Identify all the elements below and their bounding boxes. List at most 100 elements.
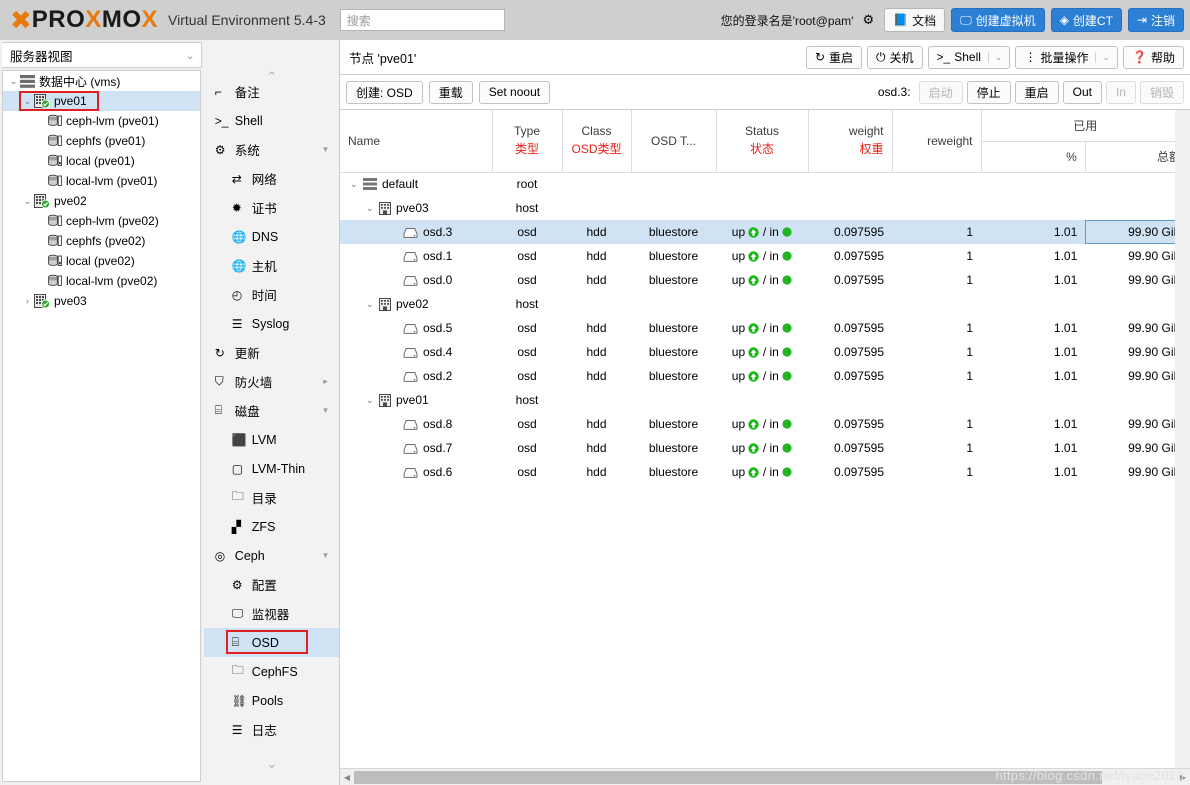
nav-item-lvm[interactable]: ⬛ LVM [204,425,339,454]
nav-item-zfs[interactable]: ▞ ZFS [204,512,339,541]
nav-item-osd[interactable]: ⌸ OSD [203,628,339,657]
tree-item-local-lvm-pve02-[interactable]: local-lvm (pve02) [3,271,200,291]
server-view-header[interactable]: 服务器视图 ⌄ [2,42,202,68]
table-row[interactable]: ⌄ pve02 host [340,292,1190,316]
tree-expander-icon[interactable]: › [21,296,34,306]
chevron-down-icon[interactable]: ⌄ [186,49,195,62]
tree-item-cephfs-pve01-[interactable]: cephfs (pve01) [3,131,200,151]
nav-item-dns[interactable]: 🌐 DNS [204,222,339,251]
osd-action--[interactable]: 停止 [966,80,1011,104]
scroll-right-arrow-icon[interactable]: ▶ [1176,773,1190,782]
gear-icon[interactable]: ⚙ [862,12,874,28]
toolbar-button--osd[interactable]: 创建: OSD [346,80,423,104]
nav-item-pools[interactable]: ⛓ Pools [204,686,339,715]
shutdown-node-button[interactable]: ⏻ 关机 [867,45,923,69]
table-row[interactable]: osd.4 osd hdd bluestore up / in 0.097595 1 1.0… [340,340,1190,364]
bulk-actions-button[interactable]: ⋮ 批量操作 ⌄ [1015,45,1119,69]
table-row[interactable]: osd.3 osd hdd bluestore up / in 0.097595 1 1.0… [340,220,1190,244]
tree-item-pve03[interactable]: › pve03 [3,291,200,311]
nav-item--[interactable]: 🖵 监视器 [204,599,339,628]
nav-item--[interactable]: ⛉ 防火墙 ▸ [204,367,339,396]
tree-item-cephfs-pve02-[interactable]: cephfs (pve02) [3,231,200,251]
column-header-total[interactable]: 总额 [1085,141,1190,173]
column-header-percent[interactable]: % [981,141,1086,173]
tree-expander-icon[interactable]: ⌄ [21,196,34,207]
row-expander-icon[interactable]: ⌄ [366,203,379,214]
osd-action-out[interactable]: Out [1062,80,1102,104]
horizontal-scrollbar[interactable]: ◀ ▶ [340,768,1190,785]
column-header-osd-t-[interactable]: OSD T... [631,110,717,173]
nav-item-cephfs[interactable]: 🗀 CephFS [204,657,339,686]
help-button[interactable]: ❓ 帮助 [1123,45,1184,69]
toolbar-button--[interactable]: 重载 [428,80,473,104]
chevron-down-icon[interactable]: ⌄ [987,51,1008,63]
table-row[interactable]: osd.6 osd hdd bluestore up / in 0.097595 1 1.0… [340,460,1190,484]
column-header-class[interactable]: Class OSD类型 [562,110,632,173]
disk-icon: ⌸ [231,635,239,649]
nav-item--[interactable]: ✹ 证书 [204,193,339,222]
row-expander-icon[interactable]: ⌄ [350,179,363,190]
table-row[interactable]: ⌄ pve03 host [340,196,1190,220]
table-row[interactable]: osd.1 osd hdd bluestore up / in 0.097595 1 1.0… [340,244,1190,268]
table-row[interactable]: osd.0 osd hdd bluestore up / in 0.097595 1 1.0… [340,268,1190,292]
tree-item--vms-[interactable]: ⌄ 数据中心 (vms) [3,71,200,91]
nav-item-ceph[interactable]: ◎ Ceph ▾ [204,541,339,570]
osd-action--[interactable]: 重启 [1014,80,1059,104]
nav-item--[interactable]: ☰ 日志 [204,715,339,744]
create-ct-button[interactable]: ◈ 创建CT [1050,8,1122,32]
chevron-down-icon[interactable]: ⌄ [1095,51,1115,63]
tree-expander-icon[interactable]: ⌄ [7,76,20,87]
search-input[interactable]: 搜索 [339,9,505,31]
docs-button[interactable]: 📘 文档 [884,8,946,32]
chevron-down-icon[interactable]: ▾ [323,550,328,561]
shell-button[interactable]: >_ Shell ⌄ [927,45,1011,69]
chevron-down-icon[interactable]: ⌄ [204,755,339,773]
row-expander-icon[interactable]: ⌄ [366,299,379,310]
tree-item-local-pve02-[interactable]: local (pve02) [3,251,200,271]
tree-item-ceph-lvm-pve01-[interactable]: ceph-lvm (pve01) [3,111,200,131]
nav-item--[interactable]: ⌸ 磁盘 ▾ [204,396,339,425]
nav-item--[interactable]: ↻ 更新 [204,338,339,367]
table-row[interactable]: osd.8 osd hdd bluestore up / in 0.097595 1 1.0… [340,412,1190,436]
scroll-left-arrow-icon[interactable]: ◀ [340,773,354,782]
toolbar-button-set-noout[interactable]: Set noout [478,80,551,104]
nav-item--[interactable]: ⚙ 系统 ▾ [204,135,339,164]
create-vm-button[interactable]: 🖵 创建虚拟机 [951,8,1045,32]
tree-expander-icon[interactable]: ⌄ [21,96,34,107]
column-header-reweight[interactable]: reweight [892,110,982,173]
table-row[interactable]: osd.5 osd hdd bluestore up / in 0.097595 1 1.0… [340,316,1190,340]
table-row[interactable]: ⌄ pve01 host [340,388,1190,412]
tree-item-pve01[interactable]: ⌄ pve01 [3,91,200,111]
tree-item-pve02[interactable]: ⌄ pve02 [3,191,200,211]
tree-item-local-pve01-[interactable]: local (pve01) [3,151,200,171]
table-row[interactable]: osd.2 osd hdd bluestore up / in 0.097595 1 1.0… [340,364,1190,388]
tree-item-local-lvm-pve01-[interactable]: local-lvm (pve01) [3,171,200,191]
tree-item-ceph-lvm-pve02-[interactable]: ceph-lvm (pve02) [3,211,200,231]
chevron-down-icon[interactable]: ▾ [323,405,328,416]
logout-button[interactable]: ⇥ 注销 [1127,8,1184,32]
chevron-down-icon[interactable]: ▾ [323,144,328,155]
hscroll-track[interactable] [354,770,1176,784]
nav-item-syslog[interactable]: ☰ Syslog [204,309,339,338]
chevron-up-icon[interactable]: ⌃ [204,68,339,86]
nav-item--[interactable]: 🗀 目录 [204,483,339,512]
nav-item--[interactable]: 🌐 主机 [204,251,339,280]
nav-item--[interactable]: ⇄ 网络 [204,164,339,193]
column-header-name[interactable]: Name [340,110,493,173]
hscroll-thumb[interactable] [354,770,1103,784]
chevron-right-icon[interactable]: ▸ [323,376,328,387]
vertical-scrollbar[interactable] [1175,110,1190,785]
column-header-status[interactable]: Status 状态 [716,110,809,173]
table-row[interactable]: osd.7 osd hdd bluestore up / in 0.097595 1 1.0… [340,436,1190,460]
nav-item-shell[interactable]: >_ Shell [204,106,339,135]
column-header-type[interactable]: Type 类型 [492,110,563,173]
proxmox-logo[interactable]: ✖ PROXMOX [10,7,158,33]
restart-node-button[interactable]: ↻ 重启 [805,45,863,69]
nav-item--[interactable]: ◴ 时间 [204,280,339,309]
lvm-icon: ⬛ [231,432,247,447]
table-row[interactable]: ⌄ default root [340,172,1190,196]
nav-item--[interactable]: ⚙ 配置 [204,570,339,599]
nav-item-lvm-thin[interactable]: ▢ LVM-Thin [204,454,339,483]
column-header-weight[interactable]: weight 权重 [808,110,893,173]
row-expander-icon[interactable]: ⌄ [366,395,379,406]
